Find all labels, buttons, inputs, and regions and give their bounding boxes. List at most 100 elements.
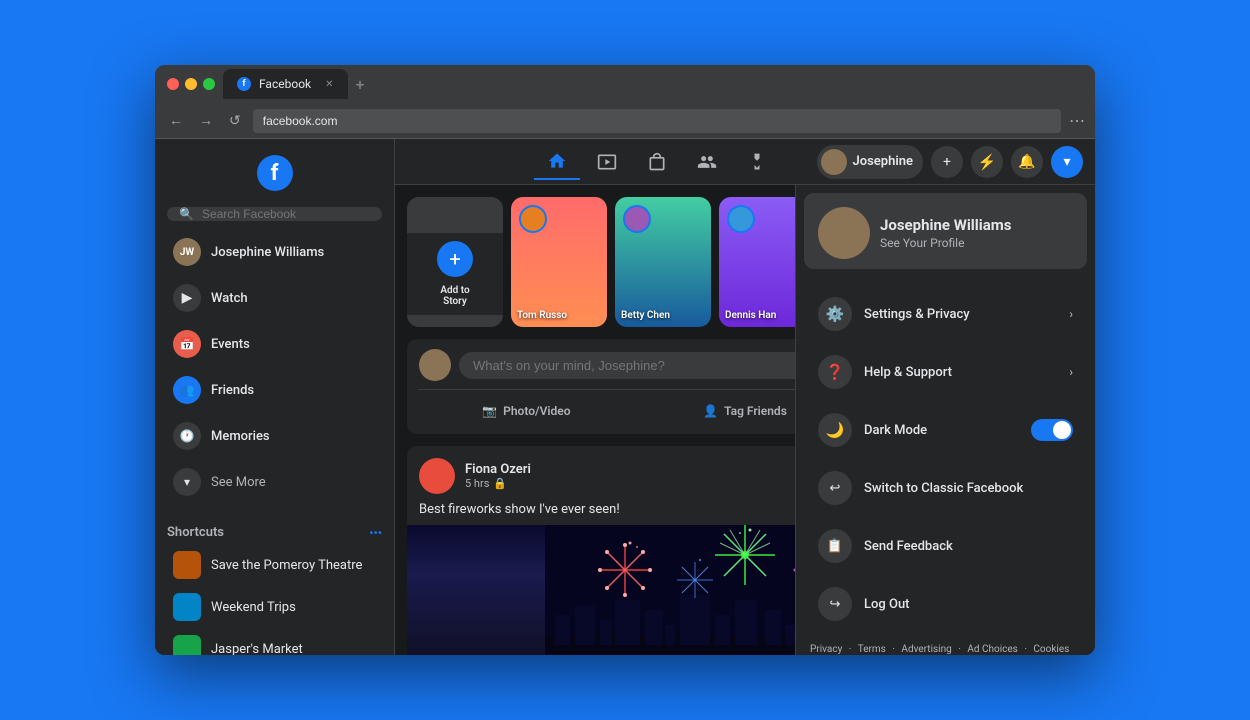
maximize-button[interactable] bbox=[203, 78, 215, 90]
dropdown-send-feedback[interactable]: 📋 Send Feedback bbox=[804, 519, 1087, 573]
shortcut-weekend-trips[interactable]: Weekend Trips bbox=[161, 587, 388, 627]
dropdown-help-support[interactable]: ❓ Help & Support › bbox=[804, 345, 1087, 399]
story-name-dennis: Dennis Han bbox=[725, 310, 776, 321]
help-support-label: Help & Support bbox=[864, 365, 1057, 380]
nav-user-chip[interactable]: Josephine bbox=[817, 145, 923, 179]
fb-logo: f bbox=[155, 147, 394, 199]
see-more-circle: ▾ bbox=[173, 468, 201, 496]
back-button[interactable]: ← bbox=[165, 112, 187, 129]
dropdown-settings-privacy[interactable]: ⚙️ Settings & Privacy › bbox=[804, 287, 1087, 341]
add-story-btn[interactable]: + bbox=[437, 241, 473, 277]
search-bar[interactable]: 🔍 bbox=[167, 207, 382, 221]
dropdown-dark-mode[interactable]: 🌙 Dark Mode bbox=[804, 403, 1087, 457]
settings-privacy-label: Settings & Privacy bbox=[864, 307, 1057, 322]
forward-button[interactable]: → bbox=[195, 112, 217, 129]
sidebar-item-user[interactable]: JW Josephine Williams bbox=[161, 230, 388, 274]
browser-more-icon[interactable]: ⋯ bbox=[1069, 111, 1085, 130]
nav-marketplace-button[interactable] bbox=[634, 144, 680, 180]
story-avatar-dennis bbox=[727, 205, 755, 233]
nav-icons bbox=[497, 144, 817, 180]
dropdown-see-profile: See Your Profile bbox=[880, 236, 1011, 250]
add-story-card[interactable]: + Add toStory bbox=[407, 197, 503, 327]
sidebar-user-name: Josephine Williams bbox=[211, 245, 324, 260]
nav-dropdown-icon: ▾ bbox=[1063, 154, 1070, 170]
browser-window: f Facebook ✕ + ← → ↺ ⋯ f 🔍 bbox=[155, 65, 1095, 655]
dropdown-log-out[interactable]: ↪ Log Out bbox=[804, 577, 1087, 631]
shortcut-label-2: Weekend Trips bbox=[211, 600, 296, 615]
dropdown-user-avatar bbox=[818, 207, 870, 259]
sidebar-friends-label: Friends bbox=[211, 383, 254, 398]
dropdown-profile[interactable]: Josephine Williams See Your Profile bbox=[804, 193, 1087, 269]
footer-adchoices[interactable]: Ad Choices bbox=[967, 644, 1018, 655]
nav-add-button[interactable]: + bbox=[931, 146, 963, 178]
address-bar: ← → ↺ ⋯ bbox=[155, 103, 1095, 139]
friends-icon: 👥 bbox=[173, 376, 201, 404]
url-input[interactable] bbox=[253, 109, 1061, 133]
photo-video-button[interactable]: 📷 Photo/Video bbox=[419, 398, 634, 424]
nav-gaming-button[interactable] bbox=[734, 144, 780, 180]
footer-terms[interactable]: Terms bbox=[858, 644, 886, 655]
shortcut-save-pomeroy[interactable]: Save the Pomeroy Theatre bbox=[161, 545, 388, 585]
search-input[interactable] bbox=[202, 207, 370, 221]
search-icon: 🔍 bbox=[179, 207, 194, 221]
watch-icon: ▶ bbox=[173, 284, 201, 312]
post-time: 5 hrs bbox=[465, 477, 489, 490]
sidebar-item-events[interactable]: 📅 Events bbox=[161, 322, 388, 366]
footer-privacy[interactable]: Privacy bbox=[810, 644, 842, 655]
close-button[interactable] bbox=[167, 78, 179, 90]
memories-icon: 🕐 bbox=[173, 422, 201, 450]
see-more-button-1[interactable]: ▾ See More bbox=[161, 460, 388, 504]
story-card-betty[interactable]: Betty Chen bbox=[615, 197, 711, 327]
dropdown-classic-facebook[interactable]: ↩ Switch to Classic Facebook bbox=[804, 461, 1087, 515]
shortcut-thumb-2 bbox=[173, 593, 201, 621]
tab-close-icon[interactable]: ✕ bbox=[325, 79, 333, 90]
tag-friends-label: Tag Friends bbox=[724, 404, 787, 418]
see-more-label-1: See More bbox=[211, 475, 266, 490]
nav-watch-button[interactable] bbox=[584, 144, 630, 180]
sidebar-item-friends[interactable]: 👥 Friends bbox=[161, 368, 388, 412]
sidebar-item-watch[interactable]: ▶ Watch bbox=[161, 276, 388, 320]
settings-chevron-icon: › bbox=[1069, 307, 1073, 321]
footer-cookies[interactable]: Cookies bbox=[1033, 644, 1069, 655]
send-feedback-label: Send Feedback bbox=[864, 539, 1073, 554]
story-avatar-betty bbox=[623, 205, 651, 233]
sidebar-item-memories[interactable]: 🕐 Memories bbox=[161, 414, 388, 458]
nav-dropdown-button[interactable]: ▾ bbox=[1051, 146, 1083, 178]
logout-icon: ↪ bbox=[818, 587, 852, 621]
footer-links: Privacy · Terms · Advertising · Ad Choic… bbox=[796, 633, 1095, 655]
footer-advertising[interactable]: Advertising bbox=[901, 644, 951, 655]
help-chevron-icon: › bbox=[1069, 365, 1073, 379]
dark-mode-label: Dark Mode bbox=[864, 423, 1019, 438]
shortcut-thumb-1 bbox=[173, 551, 201, 579]
shortcut-thumb-3 bbox=[173, 635, 201, 655]
minimize-button[interactable] bbox=[185, 78, 197, 90]
dark-mode-toggle[interactable] bbox=[1031, 419, 1073, 441]
browser-tabs: f Facebook ✕ + bbox=[223, 69, 1083, 99]
nav-bell-button[interactable]: 🔔 bbox=[1011, 146, 1043, 178]
content-area: Josephine + ⚡ 🔔 ▾ bbox=[395, 139, 1095, 655]
tag-friends-icon: 👤 bbox=[703, 404, 718, 418]
nav-messenger-button[interactable]: ⚡ bbox=[971, 146, 1003, 178]
create-post-avatar bbox=[419, 349, 451, 381]
active-tab[interactable]: f Facebook ✕ bbox=[223, 69, 348, 99]
story-card-tom[interactable]: Tom Russo bbox=[511, 197, 607, 327]
nav-messenger-icon: ⚡ bbox=[978, 153, 997, 171]
footer-dot-3: · bbox=[958, 644, 961, 655]
nav-home-button[interactable] bbox=[534, 144, 580, 180]
shortcut-jaspers-market[interactable]: Jasper's Market bbox=[161, 629, 388, 655]
shortcuts-edit-button[interactable]: ••• bbox=[369, 526, 382, 540]
post-user-details: Fiona Ozeri 5 hrs 🔒 bbox=[465, 462, 531, 490]
add-story-label: Add toStory bbox=[440, 285, 469, 307]
toggle-thumb bbox=[1053, 421, 1071, 439]
new-tab-button[interactable]: + bbox=[352, 75, 369, 94]
fb-logo-circle: f bbox=[257, 155, 293, 191]
facebook-app: f 🔍 JW Josephine Williams ▶ Watch 📅 Even… bbox=[155, 139, 1095, 655]
top-nav: Josephine + ⚡ 🔔 ▾ bbox=[395, 139, 1095, 185]
nav-groups-button[interactable] bbox=[684, 144, 730, 180]
footer-dot-2: · bbox=[892, 644, 895, 655]
sidebar-events-label: Events bbox=[211, 337, 250, 352]
refresh-button[interactable]: ↺ bbox=[225, 113, 245, 129]
nav-user-avatar bbox=[821, 149, 847, 175]
photo-video-icon: 📷 bbox=[482, 404, 497, 418]
help-icon: ❓ bbox=[818, 355, 852, 389]
